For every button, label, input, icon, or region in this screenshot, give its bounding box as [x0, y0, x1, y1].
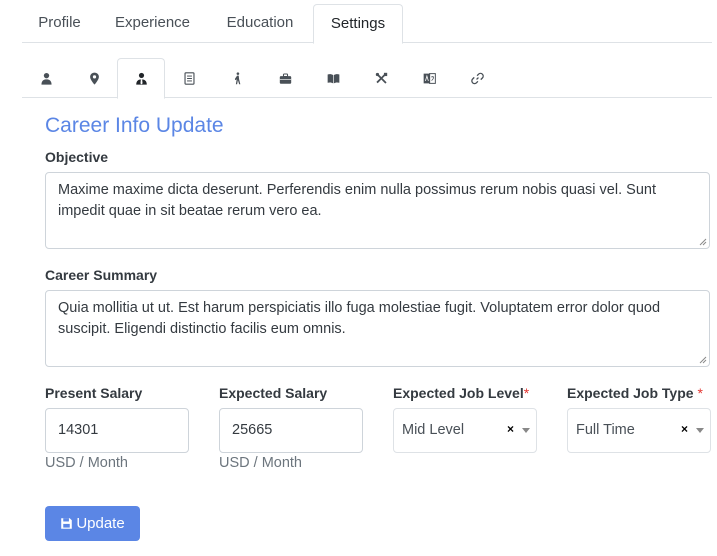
- required-mark: *: [523, 385, 530, 401]
- link-icon: [470, 72, 484, 84]
- expected-salary-label: Expected Salary: [219, 385, 328, 401]
- update-button[interactable]: Update: [45, 506, 140, 541]
- present-salary-input[interactable]: 14301: [45, 408, 189, 453]
- present-salary-label: Present Salary: [45, 385, 143, 401]
- page-title: Career Info Update: [45, 114, 224, 137]
- career-summary-value: Quia mollitia ut ut. Est harum perspicia…: [58, 300, 661, 337]
- tab-profile[interactable]: Profile: [22, 4, 97, 43]
- walking-icon: [234, 71, 240, 84]
- expected-job-level-select[interactable]: Mid Level ×: [393, 408, 537, 453]
- present-salary-unit: USD / Month: [45, 455, 128, 471]
- map-marker-icon: [89, 72, 99, 85]
- expected-salary-input[interactable]: 25665: [219, 408, 363, 453]
- expected-job-type-select[interactable]: Full Time ×: [567, 408, 711, 453]
- tab-career[interactable]: [117, 58, 165, 99]
- expected-salary-unit: USD / Month: [219, 455, 302, 471]
- user-tie-icon: [135, 72, 147, 85]
- tab-activity[interactable]: [213, 58, 261, 98]
- tab-employment[interactable]: [261, 58, 309, 98]
- tab-language[interactable]: [405, 58, 453, 98]
- top-tab-bar: Profile Experience Education Settings: [22, 0, 712, 44]
- book-open-icon: [327, 73, 339, 83]
- tab-links[interactable]: [453, 58, 501, 98]
- update-button-label: Update: [76, 515, 125, 532]
- tools-icon: [375, 72, 387, 84]
- chevron-down-icon[interactable]: [522, 428, 530, 433]
- resize-grip-icon[interactable]: [699, 356, 707, 364]
- settings-icon-tab-bar: [22, 58, 712, 99]
- document-icon: [183, 71, 195, 85]
- briefcase-icon: [279, 73, 291, 84]
- resize-grip-icon[interactable]: [699, 238, 707, 246]
- expected-job-level-value: Mid Level: [402, 422, 465, 438]
- tab-personal[interactable]: [22, 58, 70, 98]
- career-summary-label: Career Summary: [45, 267, 158, 283]
- tab-experience[interactable]: Experience: [100, 4, 205, 43]
- tab-training[interactable]: [309, 58, 357, 98]
- objective-label: Objective: [45, 149, 109, 165]
- clear-selection-icon[interactable]: ×: [507, 422, 514, 436]
- expected-job-type-value: Full Time: [576, 422, 635, 438]
- user-icon: [40, 72, 52, 85]
- tab-education[interactable]: Education: [212, 4, 308, 43]
- save-icon: [61, 518, 73, 529]
- language-icon: [423, 72, 436, 84]
- tab-document[interactable]: [165, 58, 213, 98]
- objective-textarea[interactable]: Maxime maxime dicta deserunt. Perferendi…: [45, 172, 710, 249]
- expected-job-type-label: Expected Job Type *: [567, 385, 703, 401]
- expected-job-type-label-text: Expected Job Type: [567, 385, 694, 401]
- required-mark: *: [697, 385, 703, 401]
- expected-job-level-label-text: Expected Job Level: [393, 385, 524, 401]
- expected-job-level-label: Expected Job Level*: [393, 385, 529, 401]
- objective-value: Maxime maxime dicta deserunt. Perferendi…: [58, 182, 656, 219]
- tab-settings[interactable]: Settings: [313, 4, 403, 44]
- career-summary-textarea[interactable]: Quia mollitia ut ut. Est harum perspicia…: [45, 290, 710, 367]
- chevron-down-icon[interactable]: [696, 428, 704, 433]
- tab-skills[interactable]: [357, 58, 405, 98]
- tab-address[interactable]: [70, 58, 118, 98]
- clear-selection-icon[interactable]: ×: [681, 422, 688, 436]
